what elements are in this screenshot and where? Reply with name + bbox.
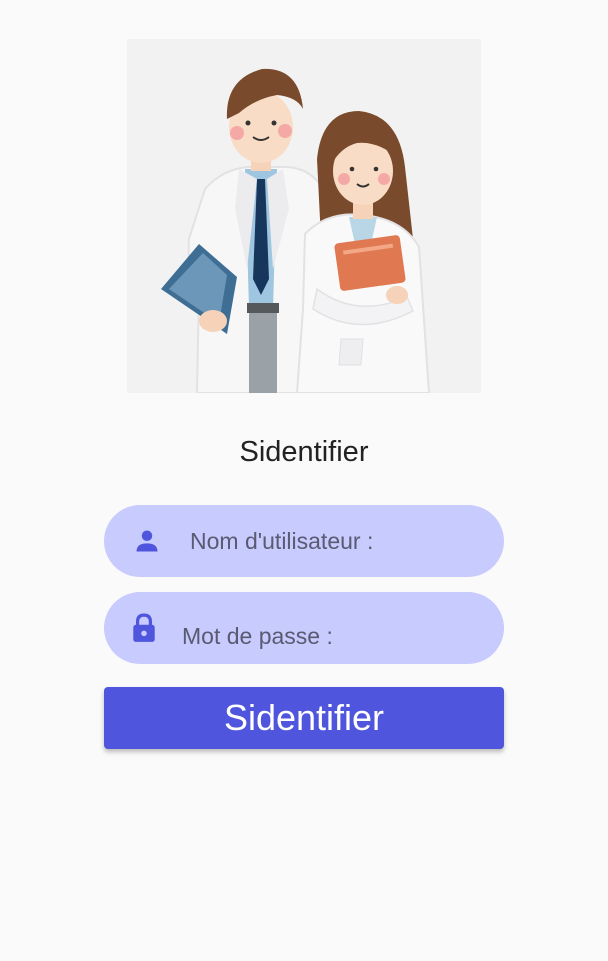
password-input[interactable]	[182, 600, 482, 672]
username-field[interactable]	[104, 505, 504, 577]
login-button[interactable]: Sidentifier	[104, 687, 504, 749]
lock-icon	[133, 613, 155, 642]
username-input[interactable]	[190, 505, 480, 577]
login-screen: Sidentifier Sidentifier	[0, 0, 608, 961]
page-title: Sidentifier	[239, 436, 369, 468]
doctors-illustration	[127, 39, 481, 393]
password-field[interactable]	[104, 592, 504, 672]
person-icon	[136, 530, 158, 552]
